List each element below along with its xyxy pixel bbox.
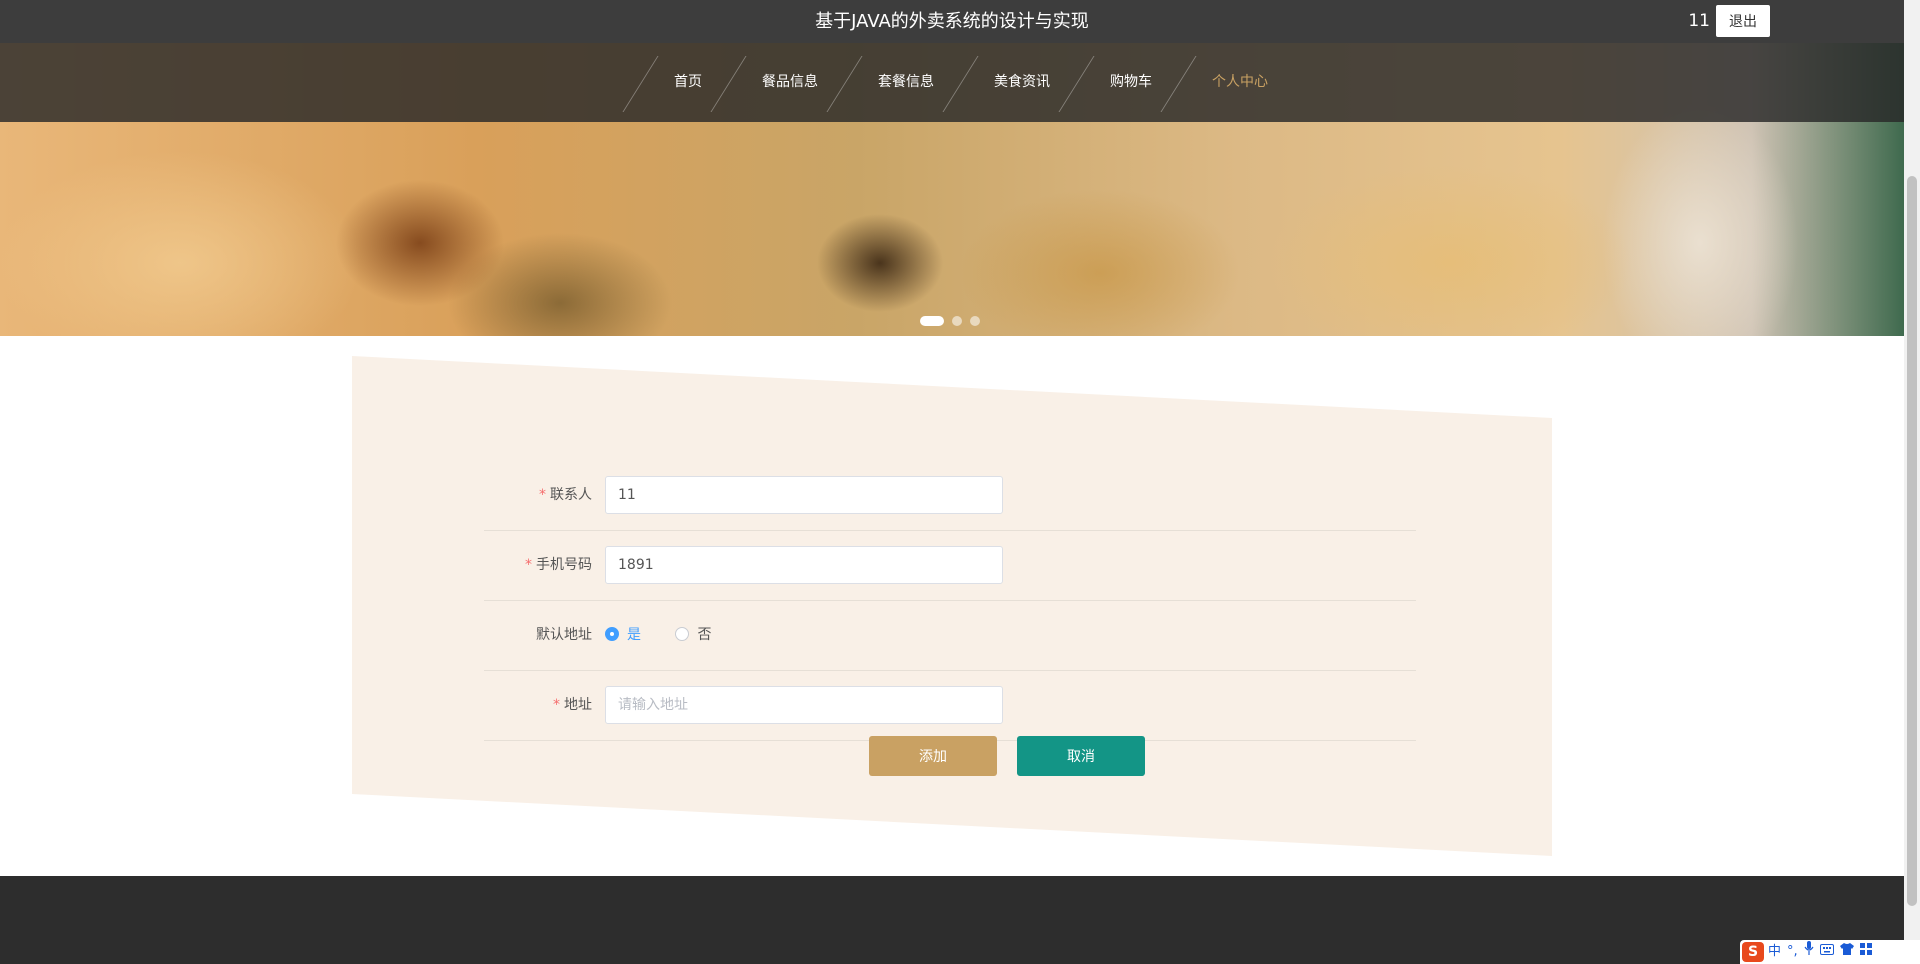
- contact-label: * 联系人: [484, 460, 592, 530]
- address-input[interactable]: [605, 686, 1003, 724]
- ime-punctuation-toggle[interactable]: °,: [1787, 940, 1798, 964]
- nav-item-cart[interactable]: 购物车: [1110, 43, 1152, 122]
- site-title: 基于JAVA的外卖系统的设计与实现: [815, 11, 1089, 32]
- shirt-icon[interactable]: [1839, 940, 1854, 964]
- form-row-phone: * 手机号码: [484, 530, 1416, 601]
- carousel-dot-3[interactable]: [970, 315, 980, 326]
- nav-item-combos[interactable]: 套餐信息: [878, 43, 934, 122]
- form-row-default-address: 默认地址 是 否: [484, 600, 1416, 671]
- nav-divider: [1058, 56, 1095, 112]
- vertical-scrollbar[interactable]: [1904, 0, 1920, 964]
- required-mark: *: [539, 487, 546, 503]
- scrollbar-thumb[interactable]: [1907, 176, 1917, 906]
- nav-item-dishes[interactable]: 餐品信息: [762, 43, 818, 122]
- ime-mode-toggle[interactable]: 中: [1768, 940, 1781, 964]
- keyboard-icon[interactable]: [1819, 940, 1834, 964]
- main-nav: 首页 餐品信息 套餐信息 美食资讯 购物车 个人中心: [0, 43, 1904, 122]
- form-row-contact: * 联系人: [484, 460, 1416, 531]
- carousel-dots: [920, 310, 988, 326]
- page: 基于JAVA的外卖系统的设计与实现 11 退出 首页 餐品信息 套餐信息 美食资…: [0, 0, 1904, 964]
- radio-no-label: 否: [697, 627, 712, 643]
- phone-input[interactable]: [605, 546, 1003, 584]
- radio-yes-label: 是: [627, 627, 641, 643]
- nav-divider: [942, 56, 979, 112]
- contact-input[interactable]: [605, 476, 1003, 514]
- cancel-button[interactable]: 取消: [1017, 736, 1145, 776]
- contact-label-text: 联系人: [550, 487, 592, 503]
- default-address-label: 默认地址: [536, 627, 592, 643]
- radio-checked-icon: [605, 627, 619, 641]
- phone-label: * 手机号码: [484, 530, 592, 600]
- username: 11: [1688, 11, 1710, 31]
- carousel-dot-1[interactable]: [920, 315, 944, 326]
- address-form: *联系人 *手机号码 默认地址 是 否 *地址 添加 取消: [352, 356, 1552, 856]
- nav-divider: [710, 56, 747, 112]
- carousel-dot-2[interactable]: [952, 315, 962, 326]
- footer: [0, 876, 1904, 964]
- radio-no[interactable]: 否: [675, 600, 711, 670]
- default-address-radio-group: 是 否: [605, 600, 741, 670]
- logout-button[interactable]: 退出: [1716, 5, 1770, 37]
- form-row-address: * 地址: [484, 670, 1416, 741]
- ime-toolbar: S 中 °,: [1740, 940, 1920, 964]
- nav-divider: [826, 56, 863, 112]
- add-button[interactable]: 添加: [869, 736, 997, 776]
- phone-label-text: 手机号码: [536, 557, 592, 573]
- nav-divider: [1160, 56, 1197, 112]
- nav-divider: [622, 56, 659, 112]
- top-bar: 基于JAVA的外卖系统的设计与实现 11 退出: [0, 0, 1904, 43]
- required-mark: *: [525, 557, 532, 573]
- radio-yes[interactable]: 是: [605, 600, 641, 670]
- microphone-icon[interactable]: [1804, 940, 1814, 964]
- sogou-logo-icon[interactable]: S: [1742, 942, 1764, 962]
- radio-unchecked-icon: [675, 627, 690, 641]
- required-mark: *: [553, 697, 560, 713]
- address-label-text: 地址: [564, 697, 592, 713]
- address-label: * 地址: [484, 670, 592, 740]
- nav-item-food-news[interactable]: 美食资讯: [994, 43, 1050, 122]
- grid-icon[interactable]: [1859, 940, 1872, 964]
- nav-item-home[interactable]: 首页: [674, 43, 702, 122]
- nav-item-profile[interactable]: 个人中心: [1212, 43, 1268, 122]
